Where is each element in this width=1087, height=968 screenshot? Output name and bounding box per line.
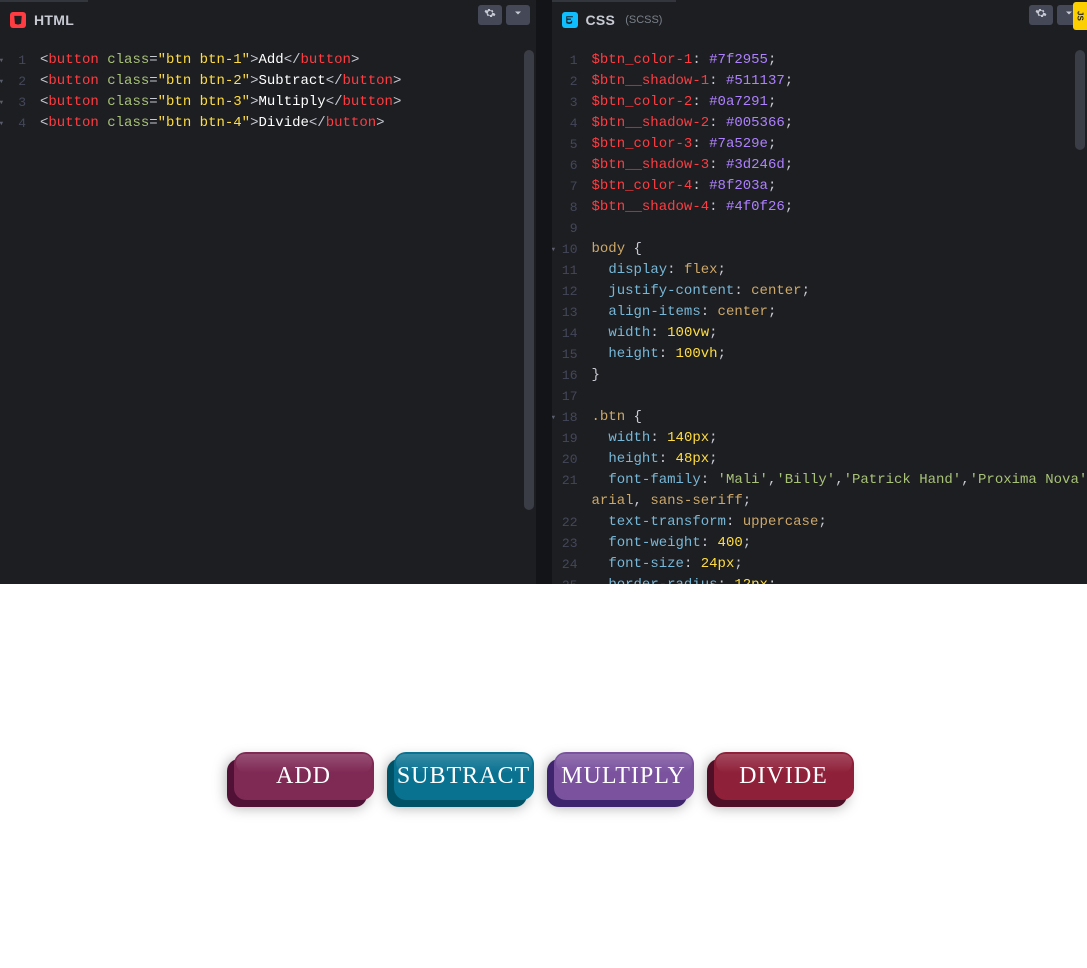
code-line[interactable]: body { [592, 239, 1087, 260]
html-code[interactable]: <button class="btn btn-1">Add</button><b… [32, 50, 536, 584]
code-line[interactable]: width: 100vw; [592, 323, 1087, 344]
code-line[interactable]: <button class="btn btn-1">Add</button> [40, 50, 536, 71]
js-panel-collapsed[interactable]: JS [1073, 2, 1087, 30]
line-number: 18 [552, 407, 578, 428]
html-panel-actions [478, 5, 530, 25]
line-number: 16 [552, 365, 578, 386]
code-line[interactable]: justify-content: center; [592, 281, 1087, 302]
css-code[interactable]: $btn_color-1: #7f2955;$btn__shadow-1: #5… [584, 50, 1087, 584]
code-line[interactable]: <button class="btn btn-4">Divide</button… [40, 113, 536, 134]
code-line[interactable]: height: 100vh; [592, 344, 1087, 365]
line-number [552, 491, 578, 512]
line-number: 15 [552, 344, 578, 365]
code-line[interactable]: } [592, 365, 1087, 386]
code-line[interactable] [592, 218, 1087, 239]
line-number: 4 [0, 113, 26, 134]
line-number: 21 [552, 470, 578, 491]
line-number: 9 [552, 218, 578, 239]
html-icon [10, 12, 26, 28]
code-line[interactable]: font-size: 24px; [592, 554, 1087, 575]
code-line[interactable]: $btn_color-2: #0a7291; [592, 92, 1087, 113]
line-number: 20 [552, 449, 578, 470]
css-panel-subtitle: (SCSS) [625, 14, 662, 26]
line-number: 4 [552, 113, 578, 134]
css-panel: CSS (SCSS) 12345678910111213141516171819… [552, 0, 1087, 584]
line-number: 24 [552, 554, 578, 575]
settings-button[interactable] [478, 5, 502, 25]
line-number: 5 [552, 134, 578, 155]
line-number: 2 [0, 71, 26, 92]
line-number: 12 [552, 281, 578, 302]
line-number: 3 [0, 92, 26, 113]
code-line[interactable]: font-weight: 400; [592, 533, 1087, 554]
code-line[interactable]: border-radius: 12px; [592, 575, 1087, 584]
preview-subtract-button[interactable]: Subtract [394, 752, 534, 800]
css-panel-title: CSS [586, 12, 616, 28]
code-line[interactable]: $btn_color-3: #7a529e; [592, 134, 1087, 155]
code-line[interactable]: font-family: 'Mali','Billy','Patrick Han… [592, 470, 1087, 491]
chevron-down-icon [512, 6, 524, 24]
code-line[interactable]: align-items: center; [592, 302, 1087, 323]
editors-row: HTML 1234 <button class="btn btn-1">Add<… [0, 0, 1087, 584]
line-number: 19 [552, 428, 578, 449]
preview-pane: Add Subtract Multiply Divide [0, 584, 1087, 968]
code-line[interactable]: height: 48px; [592, 449, 1087, 470]
line-number: 1 [552, 50, 578, 71]
code-line[interactable]: $btn_color-1: #7f2955; [592, 50, 1087, 71]
preview-add-button[interactable]: Add [234, 752, 374, 800]
code-line[interactable]: $btn__shadow-2: #005366; [592, 113, 1087, 134]
css-code-area[interactable]: 1234567891011121314151617181920212223242… [552, 38, 1087, 584]
html-code-area[interactable]: 1234 <button class="btn btn-1">Add</butt… [0, 38, 536, 584]
code-line[interactable]: width: 140px; [592, 428, 1087, 449]
line-number: 14 [552, 323, 578, 344]
line-number: 2 [552, 71, 578, 92]
html-panel-tab[interactable]: HTML [0, 0, 88, 38]
css-scrollbar[interactable] [1075, 50, 1085, 150]
code-line[interactable]: <button class="btn btn-3">Multiply</butt… [40, 92, 536, 113]
line-number: 6 [552, 155, 578, 176]
html-panel-header: HTML [0, 0, 536, 38]
code-line[interactable]: $btn__shadow-4: #4f0f26; [592, 197, 1087, 218]
code-line[interactable]: $btn__shadow-1: #511137; [592, 71, 1087, 92]
preview-button-row: Add Subtract Multiply Divide [234, 752, 854, 800]
css-icon [562, 12, 578, 28]
code-line[interactable]: $btn_color-4: #8f203a; [592, 176, 1087, 197]
line-number: 7 [552, 176, 578, 197]
preview-multiply-button[interactable]: Multiply [554, 752, 694, 800]
line-number: 11 [552, 260, 578, 281]
line-number: 3 [552, 92, 578, 113]
line-number: 10 [552, 239, 578, 260]
settings-button[interactable] [1029, 5, 1053, 25]
line-number: 1 [0, 50, 26, 71]
gear-icon [1035, 6, 1047, 24]
line-number: 13 [552, 302, 578, 323]
html-gutter: 1234 [0, 50, 32, 584]
line-number: 8 [552, 197, 578, 218]
code-line[interactable]: text-transform: uppercase; [592, 512, 1087, 533]
code-line[interactable]: $btn__shadow-3: #3d246d; [592, 155, 1087, 176]
line-number: 23 [552, 533, 578, 554]
line-number: 17 [552, 386, 578, 407]
line-number: 22 [552, 512, 578, 533]
css-panel-tab[interactable]: CSS (SCSS) [552, 0, 677, 38]
code-line[interactable]: arial, sans-seriff; [592, 491, 1087, 512]
preview-divide-button[interactable]: Divide [714, 752, 854, 800]
code-line[interactable]: <button class="btn btn-2">Subtract</butt… [40, 71, 536, 92]
html-panel-title: HTML [34, 12, 74, 28]
code-line[interactable]: display: flex; [592, 260, 1087, 281]
html-panel: HTML 1234 <button class="btn btn-1">Add<… [0, 0, 536, 584]
gear-icon [484, 6, 496, 24]
css-gutter: 1234567891011121314151617181920212223242… [552, 50, 584, 584]
dropdown-button[interactable] [506, 5, 530, 25]
code-line[interactable]: .btn { [592, 407, 1087, 428]
html-scrollbar[interactable] [524, 50, 534, 510]
line-number: 25 [552, 575, 578, 584]
code-line[interactable] [592, 386, 1087, 407]
css-panel-header: CSS (SCSS) [552, 0, 1087, 38]
